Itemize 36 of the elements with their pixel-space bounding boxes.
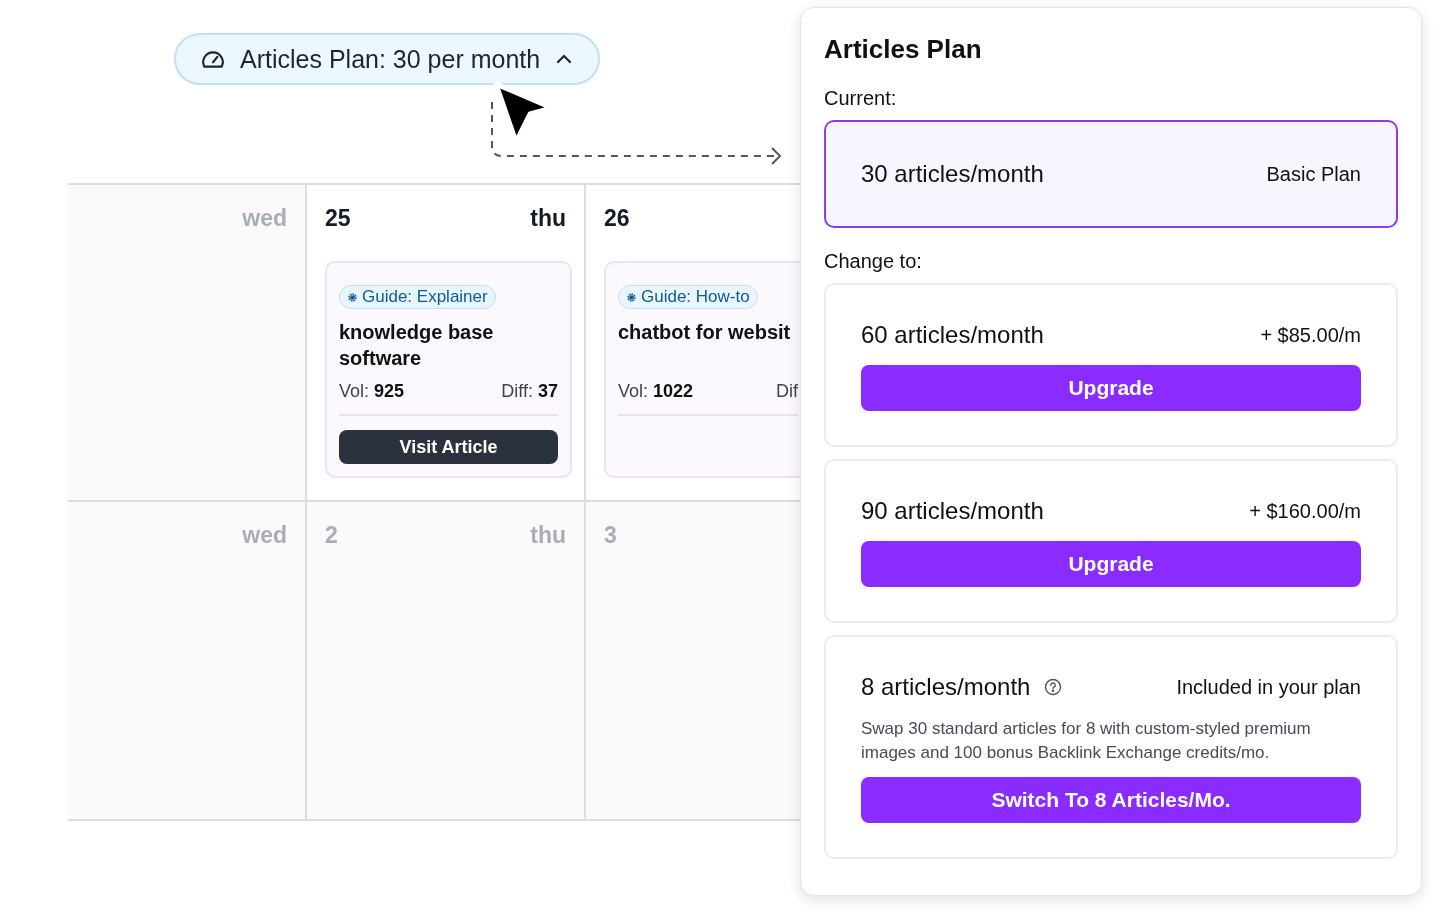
plan-description: Swap 30 standard articles for 8 with custom-styled premium images and 100 bonus Backlink Exchange credits/mo. [861, 718, 1312, 764]
price-label: + $160.00/m [1249, 499, 1361, 523]
section-label: Current: [824, 87, 898, 110]
difficulty-metric: Diff: 37 [501, 381, 558, 402]
switch-button[interactable]: Switch To 8 Articles/Mo. [861, 777, 1361, 823]
gear-icon [347, 291, 358, 303]
plan-name: 90 articles/month [861, 497, 1044, 525]
visit-article-button[interactable]: Visit Article [339, 430, 558, 464]
plan-button[interactable]: Articles Plan: 30 per month [174, 33, 601, 85]
upgrade-button[interactable]: Upgrade [861, 541, 1361, 587]
day-number: 2 [325, 521, 338, 549]
volume-metric: Vol: 1022 [618, 381, 694, 402]
article-title: chatbot for websit [618, 320, 792, 345]
category-tag: Guide: Explainer [339, 285, 496, 309]
difficulty-metric: Dif [776, 381, 798, 402]
panel-title: Articles Plan [824, 34, 983, 65]
upgrade-button[interactable]: Upgrade [861, 365, 1361, 411]
article-title: knowledge base software [339, 320, 495, 371]
category-tag: Guide: How-to [618, 285, 758, 309]
weekday-label: wed [242, 204, 287, 232]
plan-name: 30 articles/month [861, 160, 1044, 188]
volume-metric: Vol: 925 [339, 381, 405, 402]
day-number: 26 [604, 204, 630, 232]
weekday-label: wed [242, 521, 287, 549]
weekday-label: thu [530, 521, 566, 549]
plan-note: Included in your plan [1176, 675, 1361, 699]
day-number: 25 [325, 204, 351, 232]
price-label: + $85.00/m [1260, 323, 1361, 347]
help-icon[interactable] [1044, 678, 1063, 696]
day-number: 3 [604, 521, 617, 549]
gear-icon [626, 291, 637, 303]
weekday-label: thu [530, 204, 566, 232]
section-label: Change to: [824, 250, 923, 273]
plan-tier-label: Basic Plan [1266, 162, 1361, 186]
plan-name: 60 articles/month [861, 321, 1044, 349]
plan-name: 8 articles/month [861, 673, 1031, 701]
